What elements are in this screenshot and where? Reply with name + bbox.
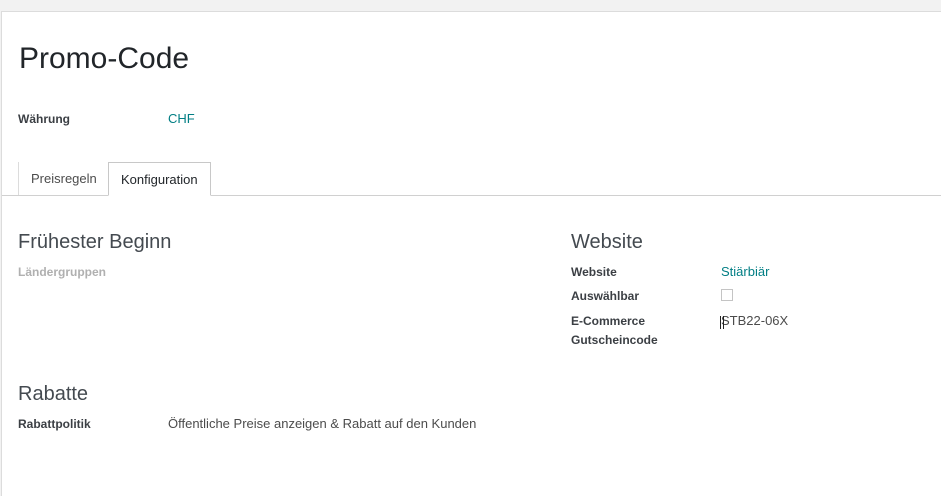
section-heading-earliest-start: Frühester Beginn	[18, 231, 172, 253]
ecommerce-code-label-line1: E-Commerce	[571, 314, 646, 328]
form-sheet: Promo-Code Währung CHF Preisregeln Konfi…	[1, 11, 941, 496]
discount-policy-field[interactable]: Öffentliche Preise anzeigen & Rabatt auf…	[168, 416, 476, 431]
tab-preisregeln[interactable]: Preisregeln	[18, 162, 109, 195]
ecommerce-code-field[interactable]: STB22-06X	[721, 313, 788, 328]
page-title: Promo-Code	[19, 42, 190, 75]
tab-bar: Preisregeln Konfiguration	[2, 162, 941, 196]
text-cursor-icon	[720, 316, 724, 329]
website-label: Website	[571, 265, 617, 279]
tab-konfiguration[interactable]: Konfiguration	[108, 162, 211, 196]
country-groups-label: Ländergruppen	[18, 265, 107, 279]
selectable-checkbox[interactable]	[721, 289, 733, 301]
currency-label: Währung	[18, 112, 70, 126]
website-field[interactable]: Stiärbiär	[721, 264, 769, 279]
currency-field[interactable]: CHF	[168, 111, 195, 126]
discount-policy-label: Rabattpolitik	[18, 417, 91, 431]
ecommerce-code-label-line2: Gutscheincode	[571, 333, 658, 347]
section-heading-discounts: Rabatte	[18, 383, 89, 405]
section-heading-website: Website	[571, 231, 643, 253]
selectable-label: Auswählbar	[571, 289, 640, 303]
